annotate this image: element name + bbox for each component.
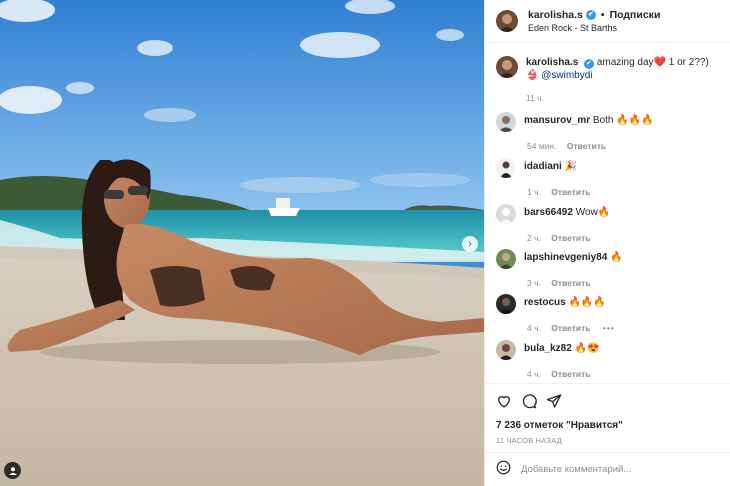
commenter-avatar[interactable] — [496, 340, 516, 360]
post-location[interactable]: Eden Rock - St Barths — [528, 23, 660, 33]
comment-options-icon[interactable]: ••• — [603, 323, 615, 333]
commenter-avatar[interactable] — [496, 294, 516, 314]
comment-item: idadiani 🎉 1 ч. Ответить — [496, 158, 728, 197]
comment-username[interactable]: idadiani — [524, 161, 562, 172]
share-icon[interactable] — [546, 393, 562, 414]
comment-item: bula_kz82 🔥😍 4 ч. Ответить — [496, 340, 728, 379]
comment-time[interactable]: 54 мин. — [527, 141, 556, 151]
reply-button[interactable]: Ответить — [551, 278, 590, 288]
comment-icon[interactable] — [521, 393, 537, 414]
comment-text: 🔥😍 — [574, 343, 600, 354]
comment-item: bars66492 Wow🔥 2 ч. Ответить — [496, 204, 728, 243]
commenter-avatar[interactable] — [496, 204, 516, 224]
comment-username[interactable]: mansurov_mr — [524, 115, 590, 126]
commenter-avatar[interactable] — [496, 112, 516, 132]
beach-photo — [0, 0, 484, 486]
separator-dot: • — [600, 8, 605, 21]
comment-text: 🔥 — [610, 252, 623, 263]
comment-item: lapshinevgeniy84 🔥 3 ч. Ответить — [496, 249, 728, 288]
verified-badge-icon: ✔ — [584, 58, 595, 69]
caption-mention-link[interactable]: @swimbydi — [541, 70, 592, 81]
comment-item: mansurov_mr Both 🔥🔥🔥 54 мин. Ответить — [496, 112, 728, 151]
user-tag-button[interactable] — [4, 462, 21, 479]
reply-button[interactable]: Ответить — [551, 323, 590, 333]
comment-time[interactable]: 4 ч. — [527, 323, 541, 333]
comment-item: restocus 🔥🔥🔥 4 ч. Ответить ••• — [496, 294, 728, 333]
comment-username[interactable]: lapshinevgeniy84 — [524, 252, 607, 263]
heart-icon[interactable] — [496, 393, 512, 414]
comment-username[interactable]: bula_kz82 — [524, 343, 572, 354]
comment-username[interactable]: bars66492 — [524, 207, 573, 218]
comment-text: Wow🔥 — [575, 207, 611, 218]
post-header: karolisha.s ✔ • Подписки Eden Rock - St … — [485, 0, 730, 43]
caption-text: amazing day❤️ 1 or 2??) — [596, 57, 709, 68]
following-button[interactable]: Подписки — [610, 9, 661, 21]
reply-button[interactable]: Ответить — [551, 187, 590, 197]
comment-time[interactable]: 2 ч. — [527, 233, 541, 243]
smile-icon[interactable] — [496, 460, 511, 480]
verified-badge-icon: ✔ — [585, 9, 596, 20]
comment-time[interactable]: 1 ч. — [527, 187, 541, 197]
post-caption: karolisha.s ✔ amazing day❤️ 1 or 2??) 👙 … — [496, 56, 726, 105]
reply-button[interactable]: Ответить — [551, 369, 590, 379]
reply-button[interactable]: Ответить — [567, 141, 606, 151]
user-tag-icon — [8, 466, 17, 475]
comment-text: Both 🔥🔥🔥 — [592, 115, 654, 126]
post-actions: 7 236 отметок "Нравится" 11 ЧАСОВ НАЗАД — [485, 383, 730, 450]
comment-text: 🎉 — [564, 161, 578, 172]
caption-author-avatar[interactable] — [496, 56, 518, 78]
add-comment-bar — [485, 452, 730, 486]
comments-list[interactable]: karolisha.s ✔ amazing day❤️ 1 or 2??) 👙 … — [485, 44, 730, 383]
caption-username[interactable]: karolisha.s — [526, 57, 578, 68]
comment-time[interactable]: 3 ч. — [527, 278, 541, 288]
likes-count[interactable]: 7 236 отметок "Нравится" — [496, 420, 623, 431]
post-side-panel: karolisha.s ✔ • Подписки Eden Rock - St … — [484, 0, 730, 486]
comment-username[interactable]: restocus — [524, 297, 566, 308]
author-username[interactable]: karolisha.s — [528, 9, 583, 21]
author-avatar[interactable] — [496, 10, 518, 32]
post-photo[interactable]: › — [0, 0, 484, 486]
commenter-avatar[interactable] — [496, 158, 516, 178]
bikini-emoji: 👙 — [526, 70, 539, 81]
chevron-right-icon: › — [468, 237, 472, 250]
commenter-avatar[interactable] — [496, 249, 516, 269]
comment-time[interactable]: 4 ч. — [527, 369, 541, 379]
caption-time[interactable]: 11 ч. — [526, 93, 544, 103]
next-photo-button[interactable]: › — [462, 236, 478, 252]
reply-button[interactable]: Ответить — [551, 233, 590, 243]
post-timestamp[interactable]: 11 ЧАСОВ НАЗАД — [496, 436, 562, 445]
comment-text: 🔥🔥🔥 — [568, 297, 606, 308]
add-comment-input[interactable] — [521, 464, 711, 475]
